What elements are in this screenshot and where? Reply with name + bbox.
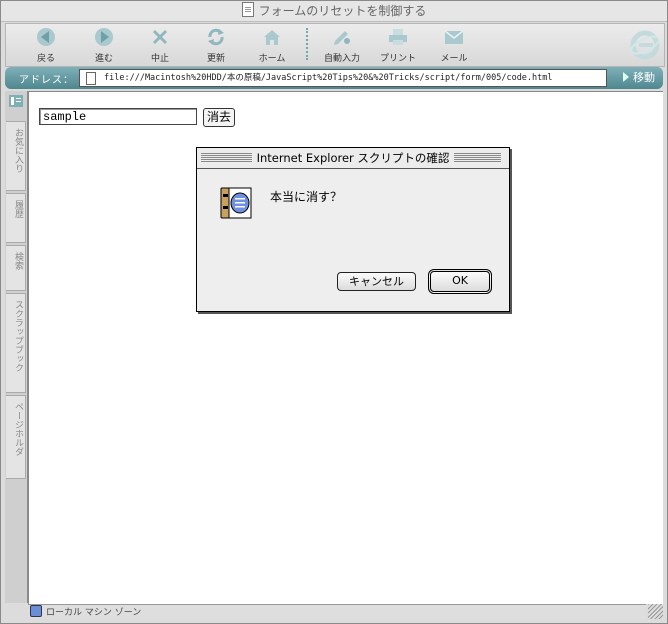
- back-button[interactable]: 戻る: [22, 26, 70, 64]
- stop-label: 中止: [150, 54, 169, 64]
- forward-button[interactable]: 進む: [80, 26, 128, 64]
- stop-button[interactable]: 中止: [136, 26, 184, 64]
- address-input[interactable]: file:///Macintosh%20HDD/本の原稿/JavaScript%…: [79, 69, 607, 87]
- clear-button[interactable]: 消去: [203, 108, 235, 127]
- explorer-bar: お気に入り 履歴 検索 スクラップブック ページホルダ: [5, 91, 28, 603]
- zone-icon: [30, 605, 42, 617]
- status-bar: ローカル マシン ゾーン: [28, 604, 646, 619]
- go-label: 移動: [633, 71, 655, 84]
- window-title: フォームのリセットを制御する: [258, 4, 427, 18]
- ok-button[interactable]: OK: [428, 269, 492, 294]
- autofill-label: 自動入力: [323, 54, 360, 64]
- print-label: プリント: [379, 54, 416, 64]
- sidebar-tab-search[interactable]: 検索: [6, 245, 26, 291]
- address-label: アドレス：: [19, 75, 74, 86]
- browser-window: フォームのリセットを制御する 戻る 進む 中止 更新 ホーム 自動入力 プリント…: [0, 0, 668, 624]
- refresh-label: 更新: [206, 54, 225, 64]
- cancel-button[interactable]: キャンセル: [337, 272, 416, 291]
- sidebar-tab-favorites[interactable]: お気に入り: [6, 121, 26, 191]
- security-zone-text: ローカル マシン ゾーン: [46, 608, 142, 618]
- refresh-icon: [208, 28, 224, 46]
- document-icon: [241, 2, 254, 17]
- printer-icon: [389, 29, 407, 45]
- go-arrow-icon: [623, 72, 629, 82]
- autofill-button[interactable]: 自動入力: [318, 26, 366, 64]
- title-bar[interactable]: フォームのリセットを制御する: [1, 1, 667, 22]
- dialog-title: Internet Explorer スクリプトの確認: [251, 151, 455, 165]
- stop-x-icon: [153, 30, 167, 44]
- forward-label: 進む: [94, 54, 113, 64]
- go-button[interactable]: 移動: [601, 68, 661, 87]
- internet-explorer-logo-icon: [630, 30, 660, 60]
- address-url: file:///Macintosh%20HDD/本の原稿/JavaScript%…: [104, 73, 553, 83]
- home-label: ホーム: [258, 54, 286, 64]
- autofill-pencil-icon: [334, 31, 350, 45]
- dialog-message: 本当に消す？: [270, 190, 343, 204]
- toolbar: 戻る 進む 中止 更新 ホーム 自動入力 プリント メール: [5, 23, 665, 67]
- sidebar-tab-page-holder[interactable]: ページホルダ: [6, 395, 26, 479]
- refresh-button[interactable]: 更新: [192, 26, 240, 64]
- text-input[interactable]: sample: [39, 108, 197, 125]
- mail-envelope-icon: [444, 30, 464, 44]
- print-button[interactable]: プリント: [374, 26, 422, 64]
- home-icon: [264, 30, 280, 45]
- address-bar: アドレス： file:///Macintosh%20HDD/本の原稿/JavaS…: [5, 67, 663, 89]
- toolbar-separator: [306, 28, 309, 60]
- explorer-bar-toggle-icon[interactable]: [9, 95, 23, 107]
- forward-arrow-icon: [95, 28, 113, 46]
- sidebar-tab-history[interactable]: 履歴: [6, 193, 26, 243]
- script-alert-icon: [220, 187, 252, 219]
- back-arrow-icon: [37, 28, 55, 46]
- confirm-dialog: Internet Explorer スクリプトの確認 本当に消す？ キャンセル …: [196, 147, 510, 312]
- mail-label: メール: [440, 54, 468, 64]
- resize-grip[interactable]: [648, 604, 663, 619]
- back-label: 戻る: [36, 54, 55, 64]
- sidebar-tab-scrapbook[interactable]: スクラップブック: [6, 293, 26, 393]
- home-button[interactable]: ホーム: [248, 26, 296, 64]
- mail-button[interactable]: メール: [430, 26, 478, 64]
- file-icon: [86, 72, 96, 85]
- dialog-title-bar[interactable]: Internet Explorer スクリプトの確認: [197, 148, 509, 169]
